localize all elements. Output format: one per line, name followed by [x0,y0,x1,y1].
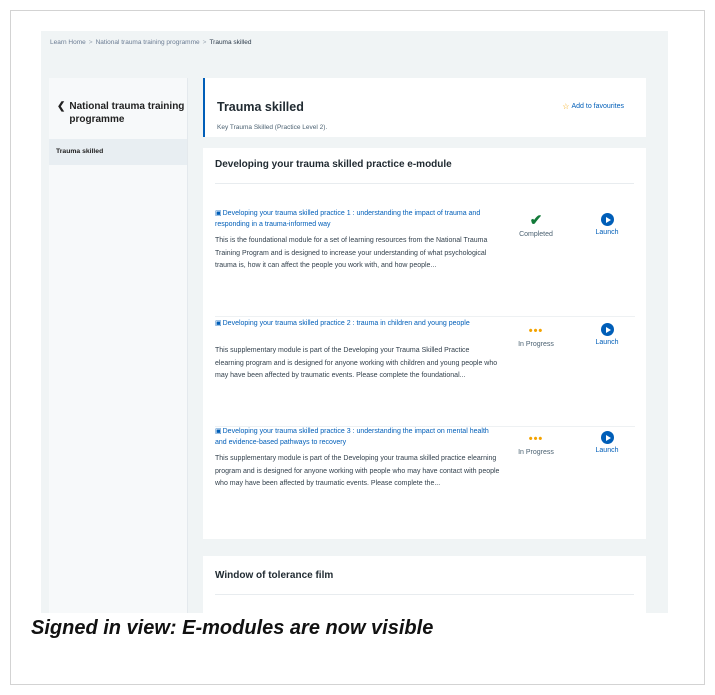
module-title-link[interactable]: ▣Developing your trauma skilled practice… [215,209,500,230]
breadcrumb-separator: > [202,39,207,46]
launch-button[interactable]: Launch [589,431,625,454]
sidebar-item-trauma-skilled[interactable]: Trauma skilled [49,139,187,165]
e-module-section: Developing your trauma skilled practice … [203,148,646,539]
module-title-link[interactable]: ▣Developing your trauma skilled practice… [215,427,500,448]
breadcrumb: Learn Home > National trauma training prog… [50,39,251,46]
launch-label: Launch [595,229,619,236]
add-to-favourites-button[interactable]: ☆ Add to favourites [562,102,624,111]
module-title: Developing your trauma skilled practice … [215,428,489,446]
module-description: This supplementary module is part of the… [215,347,498,379]
module-item: ▣Developing your trauma skilled practice… [215,427,635,535]
launch-button[interactable]: Launch [589,323,625,346]
divider [215,183,634,184]
play-circle-icon [600,323,614,336]
module-status: ••• In Progress [510,323,562,348]
book-icon: ▣ [215,428,222,435]
module-status: ✔ Completed [510,212,562,239]
status-label: In Progress [518,449,554,456]
breadcrumb-separator: > [88,39,93,46]
check-icon: ✔ [529,212,543,229]
page-title: Trauma skilled [217,100,304,114]
module-title-link[interactable]: ▣Developing your trauma skilled practice… [215,319,500,330]
star-icon: ☆ [562,102,570,111]
app-screenshot: Learn Home > National trauma training prog… [41,31,668,613]
breadcrumb-learn-home[interactable]: Learn Home [50,39,86,46]
caption: Signed in view: E-modules are now visibl… [31,617,434,639]
divider [215,316,635,317]
module-item: ▣Developing your trauma skilled practice… [215,319,635,427]
favourites-label: Add to favourites [571,103,624,110]
module-description: This is the foundational module for a se… [215,237,488,269]
status-label: Completed [519,231,553,238]
module-item: ▣Developing your trauma skilled practice… [215,209,635,317]
module-title: Developing your trauma skilled practice … [215,210,481,228]
play-circle-icon [600,213,614,226]
book-icon: ▣ [215,210,222,217]
in-progress-dots-icon: ••• [528,433,544,445]
sidebar-back-link[interactable]: ❮ National trauma training programme [49,78,187,126]
section-title: Window of tolerance film [215,570,334,581]
window-of-tolerance-section: Window of tolerance film [203,556,646,613]
page-subtitle: Key Trauma Skilled (Practice Level 2). [217,124,328,131]
chevron-left-icon: ❮ [57,101,66,112]
play-circle-icon [600,431,614,444]
launch-label: Launch [595,447,619,454]
module-status: ••• In Progress [510,431,562,456]
launch-button[interactable]: Launch [589,213,625,236]
book-icon: ▣ [215,320,222,327]
sidebar-item-label: Trauma skilled [56,148,104,155]
breadcrumb-current: Trauma skilled [209,39,252,46]
section-title: Developing your trauma skilled practice … [215,159,452,170]
status-label: In Progress [518,341,554,348]
breadcrumb-programme[interactable]: National trauma training programme [96,39,200,46]
page-header: Trauma skilled Key Trauma Skilled (Pract… [203,78,646,137]
module-title: Developing your trauma skilled practice … [222,320,470,327]
module-description: This supplementary module is part of the… [215,455,500,487]
launch-label: Launch [595,339,619,346]
in-progress-dots-icon: ••• [528,325,544,337]
divider [215,594,634,595]
screenshot-frame: Learn Home > National trauma training prog… [10,10,705,685]
sidebar-back-label: National trauma training programme [69,101,185,125]
sidebar: ❮ National trauma training programme Tra… [49,78,188,613]
